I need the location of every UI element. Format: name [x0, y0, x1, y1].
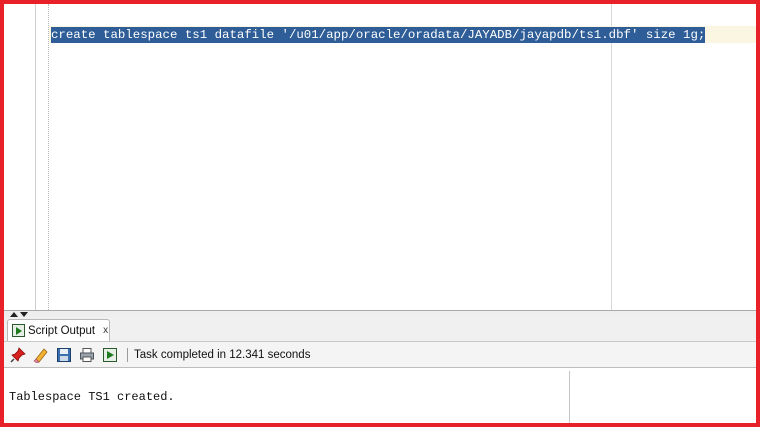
save-output-button[interactable]: [55, 346, 73, 364]
toolbar-separator: [127, 347, 128, 362]
task-status-text: Task completed in 12.341 seconds: [134, 348, 311, 361]
script-output-area[interactable]: Tablespace TS1 created.: [4, 368, 756, 423]
pin-icon: [10, 346, 26, 363]
tab-script-output[interactable]: Script Output x: [7, 319, 110, 341]
fold-margin: [48, 4, 49, 310]
gutter-border: [35, 4, 36, 310]
close-tab-button[interactable]: x: [103, 325, 108, 336]
output-tab-bar: Script Output x: [4, 317, 756, 342]
freeze-output-button[interactable]: [9, 346, 27, 364]
output-column-divider: [569, 371, 570, 423]
tab-label: Script Output: [28, 324, 96, 337]
open-file-icon: [103, 347, 117, 362]
sql-editor[interactable]: create tablespace ts1 datafile '/u01/app…: [4, 4, 756, 310]
open-in-editor-button[interactable]: [101, 346, 119, 364]
print-output-button[interactable]: [78, 346, 96, 364]
save-icon: [57, 347, 71, 362]
output-toolbar: Task completed in 12.341 seconds: [4, 342, 756, 368]
right-margin-line: [611, 4, 612, 310]
output-result-text: Tablespace TS1 created.: [9, 390, 175, 404]
selected-sql-statement[interactable]: create tablespace ts1 datafile '/u01/app…: [51, 27, 706, 43]
script-output-icon: [12, 324, 25, 337]
eraser-icon: [33, 347, 48, 363]
clear-output-button[interactable]: [32, 346, 50, 364]
panel-splitter[interactable]: [4, 310, 756, 317]
print-icon: [80, 347, 94, 362]
